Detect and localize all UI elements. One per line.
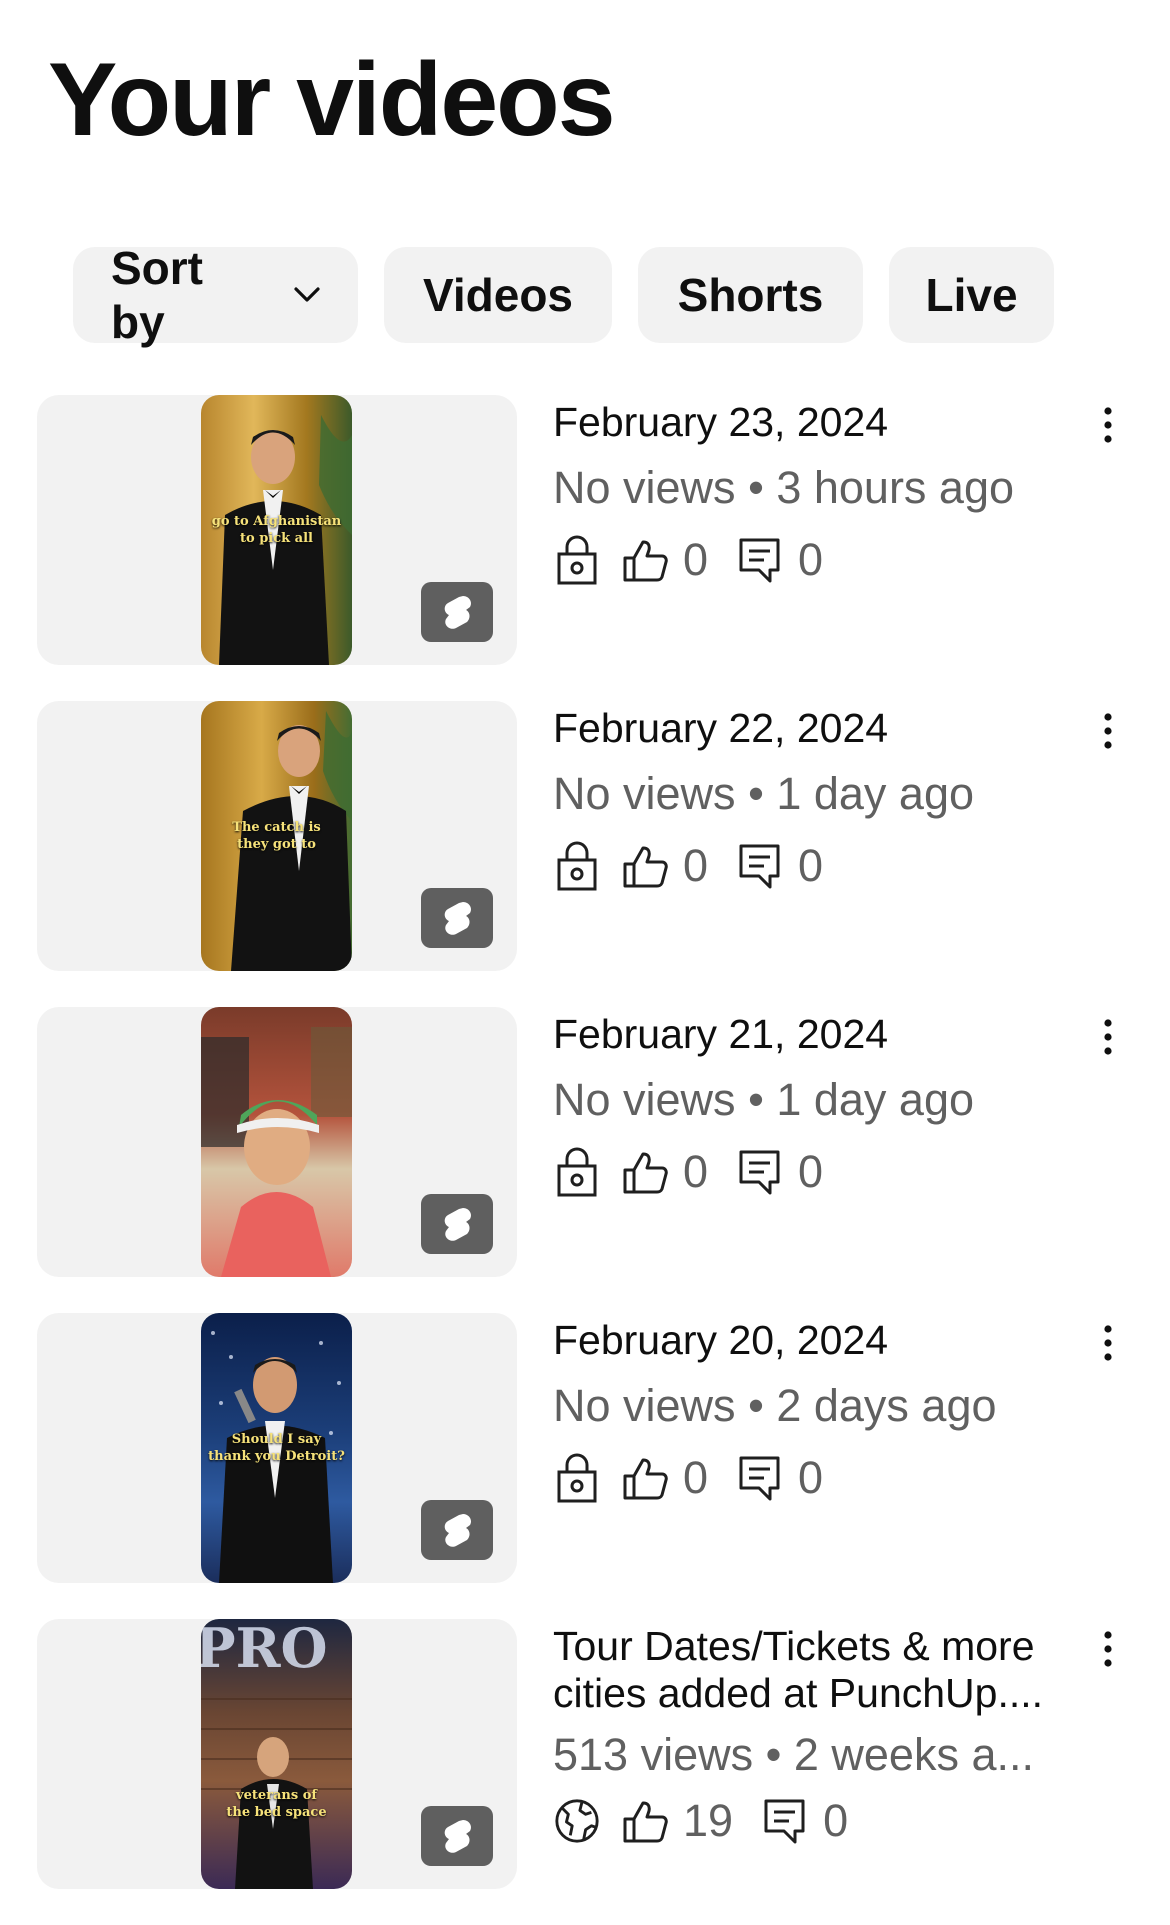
video-meta: February 23, 2024 No views • 3 hours ago… — [553, 395, 1073, 588]
view-count: No views — [553, 1074, 736, 1125]
comment-count: 0 — [798, 534, 824, 585]
thumbnail-caption: to pick all — [240, 531, 313, 546]
thumbnail-caption: The catch is — [232, 820, 321, 835]
video-thumbnail[interactable]: PRO veterans of the bed space — [37, 1619, 517, 1889]
filter-chips: Sort by Videos Shorts Live — [73, 242, 1054, 348]
thumbnail-image: go to Afghanistan to pick all — [201, 395, 352, 665]
more-options-icon[interactable] — [1096, 1323, 1120, 1367]
video-thumbnail[interactable]: Should I say thank you Detroit? — [37, 1313, 517, 1583]
like-count: 19 — [683, 1795, 734, 1846]
svg-text:PRO: PRO — [201, 1619, 328, 1680]
upload-age: 1 day ago — [776, 768, 974, 819]
thumbnail-caption: Should I say — [231, 1432, 322, 1447]
thumbnail-caption: they got to — [237, 837, 316, 852]
thumb-up-icon[interactable] — [621, 534, 669, 586]
video-title[interactable]: Tour Dates/Tickets & more cities added a… — [553, 1623, 1073, 1717]
thumb-up-icon[interactable] — [621, 840, 669, 892]
video-title[interactable]: February 20, 2024 — [553, 1317, 1073, 1364]
video-meta: Tour Dates/Tickets & more cities added a… — [553, 1619, 1073, 1849]
video-subtitle: No views • 1 day ago — [553, 1074, 974, 1125]
lock-icon — [553, 840, 601, 892]
comment-icon[interactable] — [736, 1452, 784, 1504]
sort-by-button[interactable]: Sort by — [73, 242, 358, 348]
video-row[interactable]: February 21, 2024 No views • 1 day ago 0… — [0, 1007, 1170, 1313]
chip-videos[interactable]: Videos — [384, 247, 612, 343]
comment-count: 0 — [798, 840, 824, 891]
video-list: go to Afghanistan to pick all February 2… — [0, 395, 1170, 1925]
view-count: No views — [553, 768, 736, 819]
video-subtitle: No views • 2 days ago — [553, 1380, 997, 1431]
like-count: 0 — [683, 534, 709, 585]
lock-icon — [553, 1452, 601, 1504]
upload-age: 1 day ago — [776, 1074, 974, 1125]
shorts-icon — [421, 1194, 493, 1254]
comment-icon[interactable] — [736, 1146, 784, 1198]
more-options-icon[interactable] — [1096, 1629, 1120, 1673]
video-row[interactable]: PRO veterans of the bed space Tour Dates… — [0, 1619, 1170, 1925]
like-count: 0 — [683, 1452, 709, 1503]
video-stats: 0 0 — [553, 1144, 1073, 1200]
more-options-icon[interactable] — [1096, 711, 1120, 755]
upload-age: 2 weeks a... — [793, 1729, 1034, 1780]
comment-count: 0 — [823, 1795, 849, 1846]
video-meta: February 22, 2024 No views • 1 day ago 0… — [553, 701, 1073, 894]
comment-icon[interactable] — [761, 1795, 809, 1847]
video-title[interactable]: February 21, 2024 — [553, 1011, 1073, 1058]
comment-count: 0 — [798, 1146, 824, 1197]
thumbnail-image — [201, 1007, 352, 1277]
page-title: Your videos — [48, 42, 616, 158]
video-row[interactable]: The catch is they got to February 22, 20… — [0, 701, 1170, 1007]
like-count: 0 — [683, 1146, 709, 1197]
thumbnail-image: The catch is they got to — [201, 701, 352, 971]
comment-icon[interactable] — [736, 840, 784, 892]
video-title[interactable]: February 22, 2024 — [553, 705, 1073, 752]
video-stats: 0 0 — [553, 838, 1073, 894]
video-row[interactable]: Should I say thank you Detroit? February… — [0, 1313, 1170, 1619]
video-subtitle: No views • 1 day ago — [553, 768, 974, 819]
thumb-up-icon[interactable] — [621, 1795, 669, 1847]
video-stats: 0 0 — [553, 1450, 1073, 1506]
lock-icon — [553, 534, 601, 586]
more-options-icon[interactable] — [1096, 405, 1120, 449]
sort-by-label: Sort by — [111, 242, 203, 348]
thumb-up-icon[interactable] — [621, 1146, 669, 1198]
video-thumbnail[interactable] — [37, 1007, 517, 1277]
view-count: 513 views — [553, 1729, 754, 1780]
thumbnail-caption: go to Afghanistan — [211, 514, 342, 529]
video-subtitle: No views • 3 hours ago — [553, 462, 1015, 513]
upload-age: 3 hours ago — [776, 462, 1015, 513]
thumbnail-caption: veterans of — [236, 1788, 317, 1803]
view-count: No views — [553, 462, 736, 513]
upload-age: 2 days ago — [776, 1380, 997, 1431]
video-subtitle: 513 views • 2 weeks a... — [553, 1729, 1034, 1780]
more-options-icon[interactable] — [1096, 1017, 1120, 1061]
thumbnail-caption: the bed space — [226, 1805, 327, 1820]
globe-icon — [553, 1795, 601, 1847]
lock-icon — [553, 1146, 601, 1198]
shorts-icon — [421, 1500, 493, 1560]
shorts-icon — [421, 1806, 493, 1866]
thumbnail-image: Should I say thank you Detroit? — [201, 1313, 352, 1583]
comment-count: 0 — [798, 1452, 824, 1503]
video-thumbnail[interactable]: go to Afghanistan to pick all — [37, 395, 517, 665]
video-thumbnail[interactable]: The catch is they got to — [37, 701, 517, 971]
chevron-down-icon — [294, 287, 320, 303]
shorts-icon — [421, 582, 493, 642]
video-meta: February 20, 2024 No views • 2 days ago … — [553, 1313, 1073, 1506]
chip-shorts[interactable]: Shorts — [638, 247, 863, 343]
thumbnail-caption: thank you Detroit? — [208, 1449, 345, 1464]
video-stats: 0 0 — [553, 532, 1073, 588]
video-stats: 19 0 — [553, 1793, 1073, 1849]
chip-live[interactable]: Live — [889, 247, 1054, 343]
thumb-up-icon[interactable] — [621, 1452, 669, 1504]
video-row[interactable]: go to Afghanistan to pick all February 2… — [0, 395, 1170, 701]
like-count: 0 — [683, 840, 709, 891]
video-meta: February 21, 2024 No views • 1 day ago 0… — [553, 1007, 1073, 1200]
comment-icon[interactable] — [736, 534, 784, 586]
thumbnail-image: PRO veterans of the bed space — [201, 1619, 352, 1889]
video-title[interactable]: February 23, 2024 — [553, 399, 1073, 446]
view-count: No views — [553, 1380, 736, 1431]
shorts-icon — [421, 888, 493, 948]
